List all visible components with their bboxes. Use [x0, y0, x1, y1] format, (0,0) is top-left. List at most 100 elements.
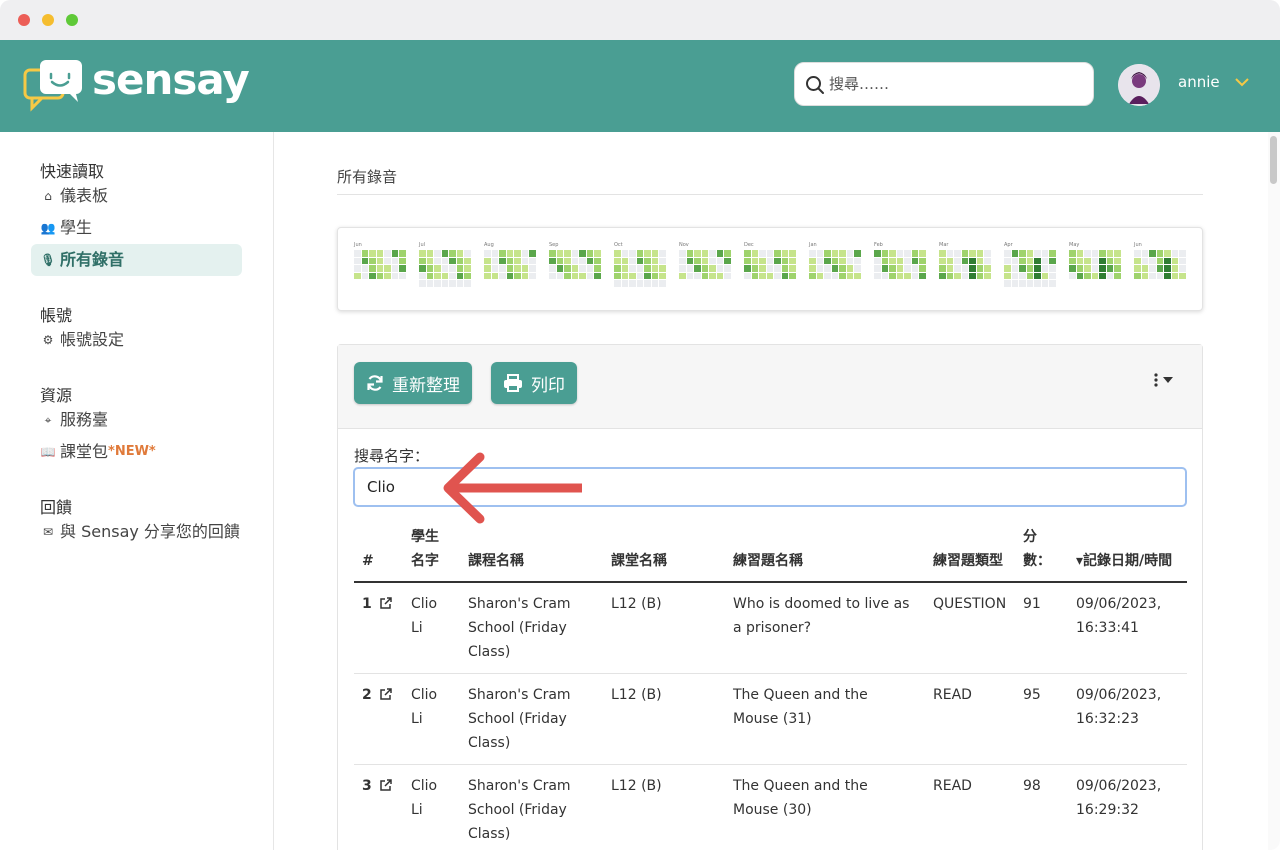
heatmap-day[interactable]: [961, 265, 968, 272]
heatmap-day[interactable]: [484, 272, 491, 279]
heatmap-day[interactable]: [939, 265, 946, 272]
heatmap-day[interactable]: [774, 272, 781, 279]
heatmap-day[interactable]: [1069, 250, 1076, 257]
global-search[interactable]: [794, 62, 1094, 106]
heatmap-day[interactable]: [881, 272, 888, 279]
heatmap-day[interactable]: [659, 265, 666, 272]
heatmap-day[interactable]: [629, 280, 636, 287]
heatmap-day[interactable]: [564, 265, 571, 272]
heatmap-day[interactable]: [896, 265, 903, 272]
heatmap-day[interactable]: [824, 257, 831, 264]
heatmap-day[interactable]: [686, 272, 693, 279]
column-header-student-name[interactable]: 學生名字: [403, 517, 460, 583]
heatmap-day[interactable]: [1049, 265, 1056, 272]
heatmap-day[interactable]: [896, 250, 903, 257]
heatmap-day[interactable]: [919, 257, 926, 264]
heatmap-day[interactable]: [384, 257, 391, 264]
heatmap-day[interactable]: [1156, 272, 1163, 279]
heatmap-day[interactable]: [464, 272, 471, 279]
heatmap-day[interactable]: [1069, 257, 1076, 264]
heatmap-day[interactable]: [1141, 272, 1148, 279]
heatmap-day[interactable]: [701, 272, 708, 279]
heatmap-day[interactable]: [1114, 257, 1121, 264]
brand-name[interactable]: sensay: [92, 48, 250, 112]
external-link-icon[interactable]: [379, 778, 393, 792]
heatmap-day[interactable]: [434, 272, 441, 279]
heatmap-day[interactable]: [564, 272, 571, 279]
heatmap-day[interactable]: [651, 250, 658, 257]
heatmap-day[interactable]: [571, 250, 578, 257]
minimize-window-button[interactable]: [42, 14, 54, 26]
heatmap-day[interactable]: [1114, 250, 1121, 257]
heatmap-day[interactable]: [426, 280, 433, 287]
heatmap-day[interactable]: [399, 257, 406, 264]
heatmap-day[interactable]: [709, 265, 716, 272]
heatmap-day[interactable]: [1099, 257, 1106, 264]
heatmap-day[interactable]: [679, 257, 686, 264]
heatmap-day[interactable]: [419, 257, 426, 264]
heatmap-day[interactable]: [529, 250, 536, 257]
column-header-lesson-name[interactable]: 課堂名稱: [603, 517, 725, 583]
heatmap-day[interactable]: [449, 257, 456, 264]
heatmap-day[interactable]: [1084, 272, 1091, 279]
heatmap-day[interactable]: [919, 272, 926, 279]
heatmap-day[interactable]: [354, 250, 361, 257]
heatmap-day[interactable]: [1156, 250, 1163, 257]
heatmap-day[interactable]: [464, 257, 471, 264]
heatmap-day[interactable]: [506, 272, 513, 279]
heatmap-day[interactable]: [399, 265, 406, 272]
heatmap-day[interactable]: [724, 265, 731, 272]
heatmap-day[interactable]: [839, 250, 846, 257]
heatmap-day[interactable]: [716, 265, 723, 272]
heatmap-day[interactable]: [361, 250, 368, 257]
heatmap-day[interactable]: [946, 265, 953, 272]
heatmap-day[interactable]: [659, 250, 666, 257]
heatmap-day[interactable]: [579, 272, 586, 279]
heatmap-day[interactable]: [984, 257, 991, 264]
heatmap-day[interactable]: [636, 257, 643, 264]
heatmap-day[interactable]: [354, 265, 361, 272]
heatmap-day[interactable]: [816, 272, 823, 279]
heatmap-day[interactable]: [1011, 257, 1018, 264]
heatmap-day[interactable]: [1041, 250, 1048, 257]
heatmap-day[interactable]: [529, 265, 536, 272]
heatmap-day[interactable]: [1076, 265, 1083, 272]
heatmap-day[interactable]: [824, 250, 831, 257]
heatmap-day[interactable]: [384, 265, 391, 272]
heatmap-day[interactable]: [816, 265, 823, 272]
heatmap-day[interactable]: [1134, 257, 1141, 264]
heatmap-day[interactable]: [614, 272, 621, 279]
heatmap-day[interactable]: [781, 265, 788, 272]
heatmap-day[interactable]: [419, 265, 426, 272]
heatmap-day[interactable]: [904, 265, 911, 272]
heatmap-day[interactable]: [976, 257, 983, 264]
heatmap-day[interactable]: [854, 257, 861, 264]
heatmap-day[interactable]: [679, 250, 686, 257]
heatmap-day[interactable]: [919, 250, 926, 257]
heatmap-day[interactable]: [1149, 257, 1156, 264]
heatmap-day[interactable]: [846, 257, 853, 264]
heatmap-day[interactable]: [1084, 250, 1091, 257]
heatmap-day[interactable]: [781, 272, 788, 279]
heatmap-day[interactable]: [1149, 272, 1156, 279]
heatmap-day[interactable]: [1134, 272, 1141, 279]
heatmap-day[interactable]: [399, 272, 406, 279]
heatmap-day[interactable]: [1026, 265, 1033, 272]
heatmap-day[interactable]: [984, 272, 991, 279]
heatmap-day[interactable]: [854, 250, 861, 257]
heatmap-day[interactable]: [651, 272, 658, 279]
heatmap-day[interactable]: [1004, 272, 1011, 279]
heatmap-day[interactable]: [1049, 257, 1056, 264]
heatmap-day[interactable]: [449, 265, 456, 272]
heatmap-day[interactable]: [751, 250, 758, 257]
sidebar-item-account-settings[interactable]: ⚙ 帳號設定: [31, 324, 242, 356]
page-scrollbar[interactable]: [1268, 132, 1280, 850]
maximize-window-button[interactable]: [66, 14, 78, 26]
heatmap-day[interactable]: [1179, 257, 1186, 264]
sensay-logo-icon[interactable]: [22, 58, 86, 112]
heatmap-day[interactable]: [846, 265, 853, 272]
heatmap-day[interactable]: [484, 265, 491, 272]
heatmap-day[interactable]: [644, 250, 651, 257]
heatmap-day[interactable]: [1164, 257, 1171, 264]
heatmap-day[interactable]: [399, 250, 406, 257]
